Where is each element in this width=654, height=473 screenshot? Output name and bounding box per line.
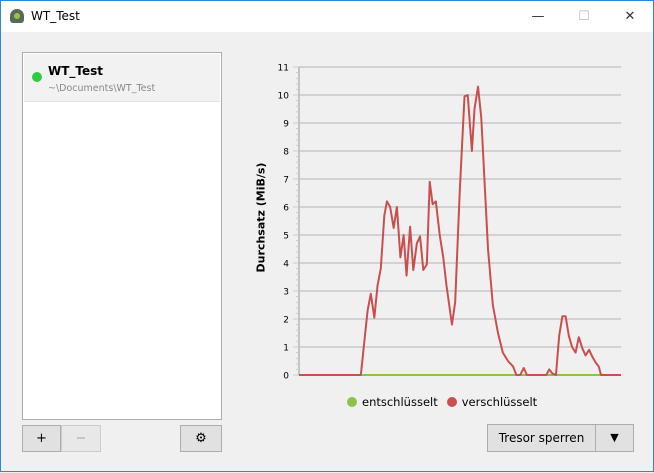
y-tick-label: 9 [283, 120, 289, 130]
legend-dot-encrypted [446, 397, 457, 407]
legend-dot-decrypted [347, 397, 357, 407]
y-tick-label: 3 [283, 288, 289, 298]
dropdown-button[interactable]: ▼ [595, 424, 634, 452]
legend-decrypted: entschlüsselt [362, 395, 438, 409]
y-tick-label: 6 [283, 204, 289, 214]
series-line-encrypted [299, 85, 621, 376]
chart-legend: entschlüsselt verschlüsselt [347, 395, 537, 409]
y-tick-label: 8 [283, 148, 289, 158]
legend-encrypted: verschlüsselt [461, 395, 538, 409]
y-tick-label: 0 [283, 372, 289, 382]
y-tick-label: 5 [283, 232, 289, 242]
y-tick-label: 7 [283, 176, 289, 186]
y-tick-label: 10 [278, 92, 290, 102]
throughput-chart: 0 1 2 3 4 5 6 7 8 9 10 11 [278, 64, 621, 382]
y-tick-label: 1 [283, 344, 289, 354]
y-tick-label: 4 [283, 260, 289, 270]
lock-vault-button[interactable]: Tresor sperren [487, 424, 596, 452]
y-tick-label: 2 [283, 316, 289, 326]
y-tick-label: 11 [278, 64, 289, 74]
